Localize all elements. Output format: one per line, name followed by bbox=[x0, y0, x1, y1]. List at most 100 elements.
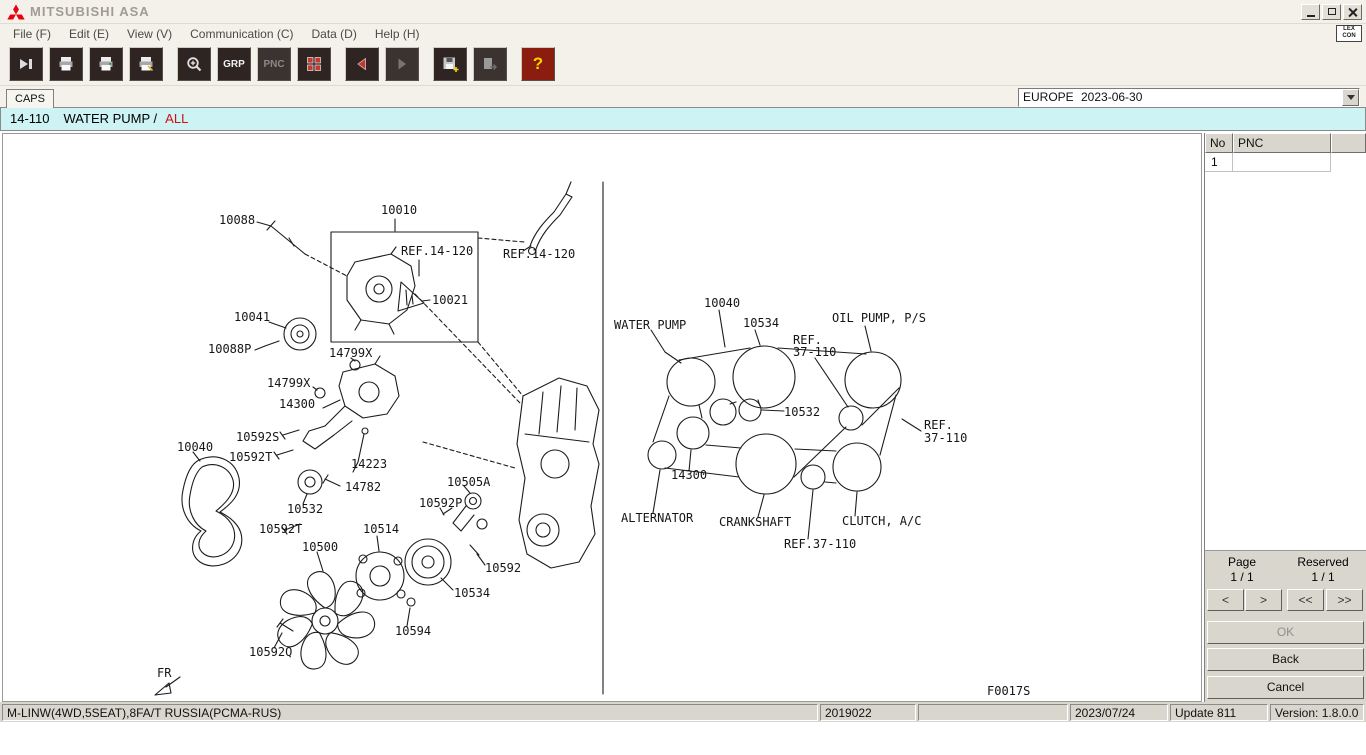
diagram-part-label[interactable]: OIL PUMP, P/S bbox=[832, 311, 926, 325]
diagram-part-label[interactable]: 10040 bbox=[704, 296, 740, 310]
close-button[interactable] bbox=[1343, 4, 1362, 20]
zoom-button[interactable] bbox=[177, 47, 211, 81]
status-bar: M-LINW(4WD,5SEAT),8FA/T RUSSIA(PCMA-RUS)… bbox=[0, 702, 1366, 722]
region-value: EUROPE bbox=[1023, 89, 1074, 106]
print-button[interactable] bbox=[49, 47, 83, 81]
diagram-part-label[interactable]: 10505A bbox=[447, 475, 490, 489]
diagram-part-label[interactable]: F0017S bbox=[987, 684, 1030, 698]
section-header: 14-110WATER PUMP /ALL bbox=[0, 108, 1366, 131]
printer-setup-icon bbox=[137, 55, 155, 73]
last-page-button[interactable]: >> bbox=[1326, 589, 1363, 611]
diagram-part-label[interactable]: 10594 bbox=[395, 624, 431, 638]
first-page-button[interactable]: << bbox=[1287, 589, 1324, 611]
diagram-part-label[interactable]: FR bbox=[157, 666, 171, 680]
forward-button[interactable] bbox=[385, 47, 419, 81]
diagram-part-label[interactable]: WATER PUMP bbox=[614, 318, 686, 332]
back-button[interactable] bbox=[345, 47, 379, 81]
lexcon-badge-icon: LEX CON bbox=[1336, 25, 1362, 42]
diagram-area: 10088 10010 REF.14-120 REF.14-120 10041 10021… bbox=[2, 133, 1202, 702]
diagram-part-label[interactable]: REF.14-120 bbox=[401, 244, 473, 258]
restore-button[interactable] bbox=[1322, 4, 1341, 20]
cell-no: 1 bbox=[1205, 153, 1233, 172]
diagram-part-label[interactable]: 37-110 bbox=[924, 431, 967, 445]
diagram-part-label[interactable]: 10592T bbox=[229, 450, 272, 464]
diagram-part-label[interactable]: 14300 bbox=[671, 468, 707, 482]
grp-button[interactable]: GRP bbox=[217, 47, 251, 81]
diagram-part-label[interactable]: REF.37-110 bbox=[784, 537, 856, 551]
diagram-part-label[interactable]: 14799X bbox=[329, 346, 372, 360]
back-nav-button[interactable]: Back bbox=[1207, 648, 1364, 671]
nav-jump-button[interactable] bbox=[9, 47, 43, 81]
diagram-part-label[interactable]: 10592 bbox=[485, 561, 521, 575]
page-values-row: 1 / 1 1 / 1 bbox=[1205, 570, 1366, 584]
menu-view[interactable]: View (V) bbox=[118, 27, 181, 41]
ok-button[interactable]: OK bbox=[1207, 621, 1364, 644]
region-select[interactable]: EUROPE 2023-06-30 bbox=[1018, 88, 1360, 107]
diagram-part-label[interactable]: 10592T bbox=[259, 522, 302, 536]
help-question-icon: ? bbox=[533, 54, 543, 74]
status-version: Version: 1.8.0.0 bbox=[1270, 704, 1364, 721]
tab-caps[interactable]: CAPS bbox=[6, 89, 54, 108]
diagram-part-label[interactable]: REF.14-120 bbox=[503, 247, 575, 261]
diagram-part-label[interactable]: 10534 bbox=[743, 316, 779, 330]
diagram-part-label[interactable]: 10532 bbox=[784, 405, 820, 419]
page-labels-row: Page Reserved bbox=[1205, 555, 1366, 569]
minimize-button[interactable] bbox=[1301, 4, 1320, 20]
status-update: Update 811 bbox=[1170, 704, 1268, 721]
diagram-part-label[interactable]: 10040 bbox=[177, 440, 213, 454]
printer-icon bbox=[57, 55, 75, 73]
menu-help[interactable]: Help (H) bbox=[366, 27, 429, 41]
next-page-button[interactable]: > bbox=[1245, 589, 1282, 611]
printer-preview-icon bbox=[97, 55, 115, 73]
grid-icon bbox=[305, 55, 323, 73]
status-empty bbox=[918, 704, 1068, 721]
diagram-part-label[interactable]: 10534 bbox=[454, 586, 490, 600]
arrow-right-icon bbox=[393, 55, 411, 73]
cancel-button[interactable]: Cancel bbox=[1207, 676, 1364, 699]
menu-edit[interactable]: Edit (E) bbox=[60, 27, 118, 41]
diagram-part-label[interactable]: 10088P bbox=[208, 342, 251, 356]
close-icon bbox=[1348, 7, 1358, 17]
dropdown-arrow-button[interactable] bbox=[1342, 89, 1359, 106]
pnc-grid-button[interactable] bbox=[297, 47, 331, 81]
save-button[interactable] bbox=[433, 47, 467, 81]
diagram-part-label[interactable]: 10021 bbox=[432, 293, 468, 307]
status-code: 2019022 bbox=[820, 704, 916, 721]
diagram-part-label[interactable]: 10041 bbox=[234, 310, 270, 324]
diagram-part-label[interactable]: CLUTCH, A/C bbox=[842, 514, 921, 528]
diagram-part-label[interactable]: 10532 bbox=[287, 502, 323, 516]
export-button[interactable] bbox=[473, 47, 507, 81]
diagram-part-label[interactable]: 10500 bbox=[302, 540, 338, 554]
diagram-part-label[interactable]: 14223 bbox=[351, 457, 387, 471]
pnc-button[interactable]: PNC bbox=[257, 47, 291, 81]
diagram-part-label[interactable]: 14300 bbox=[279, 397, 315, 411]
diagram-part-label[interactable]: 10592Q bbox=[249, 645, 292, 659]
chevron-down-icon bbox=[1347, 95, 1355, 100]
save-icon bbox=[441, 55, 459, 73]
prev-page-button[interactable]: < bbox=[1207, 589, 1244, 611]
diagram-part-label[interactable]: 10592P bbox=[419, 496, 462, 510]
section-title: WATER PUMP / bbox=[64, 111, 158, 126]
print-setup-button[interactable] bbox=[129, 47, 163, 81]
diagram-part-label[interactable]: 10592S bbox=[236, 430, 279, 444]
menu-file[interactable]: File (F) bbox=[4, 27, 60, 41]
restore-icon bbox=[1328, 8, 1336, 15]
diagram-part-label[interactable]: ALTERNATOR bbox=[621, 511, 693, 525]
diagram-part-label[interactable]: CRANKSHAFT bbox=[719, 515, 791, 529]
diagram-part-label[interactable]: 14782 bbox=[345, 480, 381, 494]
diagram-part-label[interactable]: 37-110 bbox=[793, 345, 836, 359]
column-header-pnc: PNC bbox=[1233, 133, 1331, 153]
diagram-part-label[interactable]: 14799X bbox=[267, 376, 310, 390]
menu-communication[interactable]: Communication (C) bbox=[181, 27, 302, 41]
print-preview-button[interactable] bbox=[89, 47, 123, 81]
diagram-part-label[interactable]: REF. bbox=[924, 418, 953, 432]
menu-data[interactable]: Data (D) bbox=[303, 27, 366, 41]
reserved-label: Reserved bbox=[1279, 555, 1366, 569]
status-date: 2023/07/24 bbox=[1070, 704, 1168, 721]
export-icon bbox=[481, 55, 499, 73]
diagram-part-label[interactable]: 10010 bbox=[381, 203, 417, 217]
table-row[interactable]: 1 bbox=[1205, 153, 1366, 172]
diagram-part-label[interactable]: 10514 bbox=[363, 522, 399, 536]
help-button[interactable]: ? bbox=[521, 47, 555, 81]
diagram-part-label[interactable]: 10088 bbox=[219, 213, 255, 227]
